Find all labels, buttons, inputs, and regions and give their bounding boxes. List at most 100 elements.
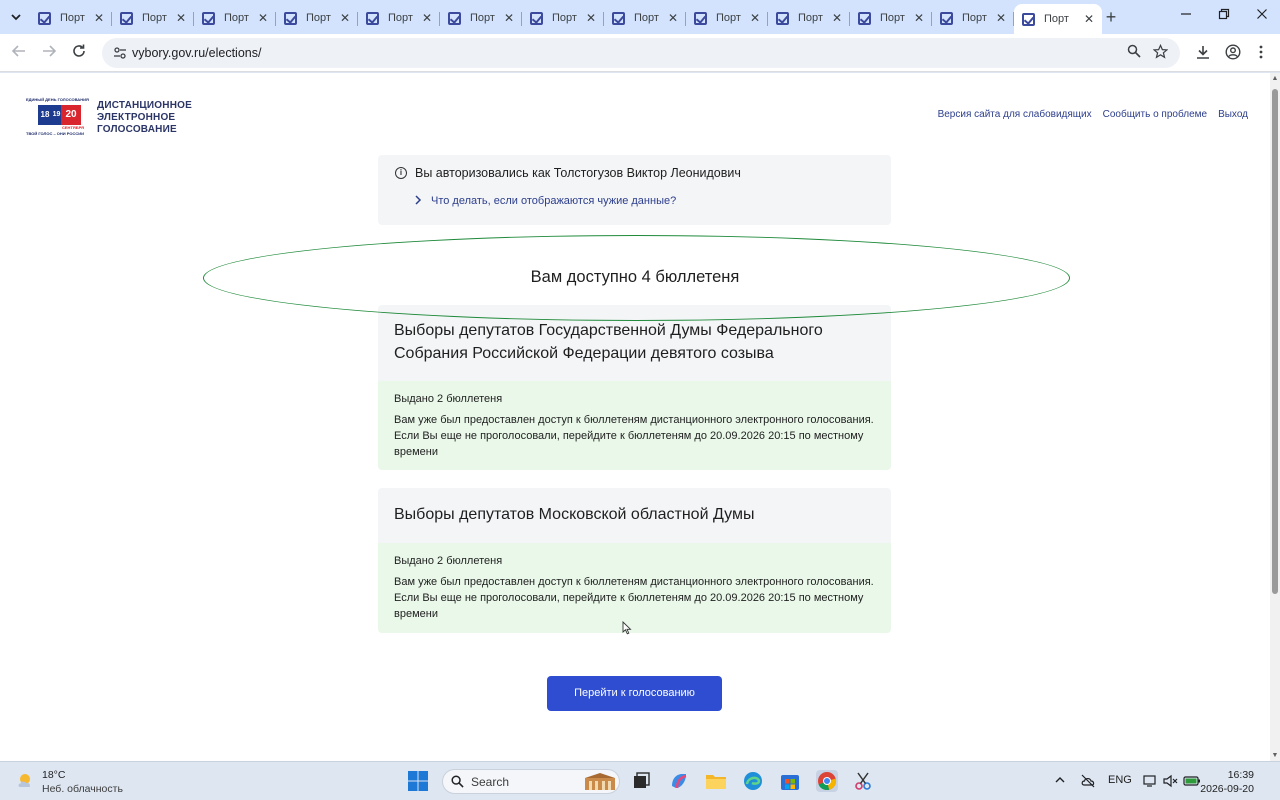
ballot-check-icon <box>940 11 953 25</box>
tab[interactable]: Порт ✕ <box>112 4 194 32</box>
clock-date: 2026-09-20 <box>1200 783 1254 795</box>
battery-status[interactable] <box>1183 774 1201 791</box>
tab-title: Порт <box>716 12 741 24</box>
profile-button[interactable] <box>1223 44 1243 64</box>
tab[interactable]: Порт ✕ <box>30 4 112 32</box>
page-scrollbar[interactable]: ▲ ▼ <box>1270 73 1280 761</box>
snipping-tool-app[interactable] <box>853 770 875 792</box>
windows-logo-icon <box>408 771 428 791</box>
browser-toolbar: vybory.gov.ru/elections/ <box>0 34 1280 72</box>
chevron-right-icon[interactable] <box>414 195 422 208</box>
bookmark-button[interactable] <box>1151 43 1169 62</box>
file-explorer-app[interactable] <box>705 770 727 792</box>
tab-close-button[interactable]: ✕ <box>748 11 762 25</box>
volume-muted-icon <box>1163 774 1178 788</box>
tab-close-button[interactable]: ✕ <box>338 11 352 25</box>
system-clock[interactable]: 16:39 2026-09-20 <box>1200 768 1254 796</box>
tab-title: Порт <box>388 12 413 24</box>
address-bar[interactable]: vybory.gov.ru/elections/ <box>102 38 1180 68</box>
monitor-icon <box>1143 775 1156 787</box>
brand-title[interactable]: ДИСТАНЦИОННОЕ ЭЛЕКТРОННОЕ ГОЛОСОВАНИЕ <box>97 100 192 136</box>
election-card: Выборы депутатов Государственной Думы Фе… <box>378 305 891 470</box>
copilot-app[interactable] <box>668 770 690 792</box>
tab[interactable]: Порт ✕ <box>850 4 932 32</box>
forward-button[interactable] <box>39 43 59 63</box>
logo-day-3: 20 <box>65 109 77 120</box>
ballot-check-icon <box>366 11 379 25</box>
tab-close-button[interactable]: ✕ <box>256 11 270 25</box>
scroll-down-icon[interactable]: ▼ <box>1271 752 1279 759</box>
tab-close-button[interactable]: ✕ <box>420 11 434 25</box>
battery-charging-icon <box>1183 776 1200 786</box>
zoom-button[interactable] <box>1125 44 1143 62</box>
tab-close-button[interactable]: ✕ <box>912 11 926 25</box>
tab[interactable]: Порт ✕ <box>932 4 1014 32</box>
network-status[interactable] <box>1142 774 1158 791</box>
voting-day-logo[interactable]: ЕДИНЫЙ ДЕНЬ ГОЛОСОВАНИЯ 18 19 20 СЕНТЯБР… <box>26 97 89 137</box>
tab-search-button[interactable] <box>5 6 27 28</box>
search-icon <box>1127 44 1141 58</box>
search-highlight-icon <box>585 773 615 790</box>
tab[interactable]: Порт ✕ <box>686 4 768 32</box>
logo-day-2: 19 <box>52 111 61 118</box>
tab-close-button[interactable]: ✕ <box>666 11 680 25</box>
language-indicator[interactable]: ENG <box>1108 774 1132 786</box>
tab[interactable]: Порт ✕ <box>440 4 522 32</box>
start-button[interactable] <box>407 770 429 792</box>
tab[interactable]: Порт ✕ <box>604 4 686 32</box>
minimize-icon <box>1181 13 1191 15</box>
tab[interactable]: Порт ✕ <box>358 4 440 32</box>
tab[interactable]: Порт ✕ <box>522 4 604 32</box>
election-title: Выборы депутатов Государственной Думы Фе… <box>394 322 823 362</box>
onedrive-status[interactable] <box>1080 774 1096 791</box>
chrome-app[interactable] <box>816 770 838 792</box>
copilot-icon <box>672 774 687 789</box>
tab-close-button[interactable]: ✕ <box>502 11 516 25</box>
volume-status[interactable] <box>1162 774 1178 791</box>
election-title: Выборы депутатов Московской областной Ду… <box>394 506 755 523</box>
partly-cloudy-icon[interactable] <box>16 771 36 791</box>
weather-description[interactable]: Неб. облачность <box>42 783 123 795</box>
scroll-up-icon[interactable]: ▲ <box>1271 75 1279 82</box>
taskbar-search-input[interactable]: Search <box>442 769 620 794</box>
close-window-button[interactable] <box>1250 8 1274 23</box>
tab-title: Порт <box>552 12 577 24</box>
tray-overflow-button[interactable] <box>1054 774 1066 789</box>
windows-taskbar: 18°C Неб. облачность Search ENG 16:39 20… <box>0 761 1280 800</box>
download-icon <box>1197 46 1209 59</box>
tab-close-button[interactable]: ✕ <box>92 11 106 25</box>
new-tab-button[interactable]: + <box>1101 7 1121 28</box>
tab-close-button[interactable]: ✕ <box>830 11 844 25</box>
downloads-button[interactable] <box>1193 44 1213 64</box>
tab[interactable]: Порт ✕ <box>194 4 276 32</box>
ballot-check-icon <box>530 11 543 25</box>
low-vision-version-link[interactable]: Версия сайта для слабовидящих <box>938 109 1092 120</box>
foreign-data-help-link[interactable]: Что делать, если отображаются чужие данн… <box>431 195 676 207</box>
tab-title: Порт <box>798 12 823 24</box>
tab-title: Порт <box>60 12 85 24</box>
tab-close-button[interactable]: ✕ <box>994 11 1008 25</box>
tab[interactable]: Порт ✕ <box>768 4 850 32</box>
reload-button[interactable] <box>69 43 89 63</box>
browser-tab-strip: Порт ✕ Порт ✕ Порт ✕ Порт ✕ Порт ✕ Порт ✕ Порт ✕ Порт ✕… <box>0 0 1280 34</box>
restore-button[interactable] <box>1212 8 1236 23</box>
back-button[interactable] <box>9 43 29 63</box>
logout-link[interactable]: Выход <box>1218 109 1248 120</box>
store-app[interactable] <box>779 770 801 792</box>
report-problem-link[interactable]: Сообщить о проблеме <box>1103 109 1207 120</box>
browser-menu-button[interactable] <box>1251 44 1271 64</box>
tab-close-button[interactable]: ✕ <box>174 11 188 25</box>
arrow-left-icon <box>11 45 25 57</box>
site-info-icon[interactable] <box>112 45 128 61</box>
scroll-thumb[interactable] <box>1272 89 1278 594</box>
tab-active[interactable]: Порт ✕ <box>1014 4 1102 34</box>
weather-temperature[interactable]: 18°C <box>42 769 65 781</box>
minimize-button[interactable] <box>1174 8 1198 23</box>
task-view-button[interactable] <box>630 770 652 792</box>
tab-close-button[interactable]: ✕ <box>584 11 598 25</box>
tab[interactable]: Порт ✕ <box>276 4 358 32</box>
go-to-voting-button[interactable]: Перейти к голосованию <box>547 676 722 711</box>
edge-browser-app[interactable] <box>742 770 764 792</box>
election-card: Выборы депутатов Московской областной Ду… <box>378 488 891 633</box>
tab-close-button[interactable]: ✕ <box>1082 12 1096 26</box>
